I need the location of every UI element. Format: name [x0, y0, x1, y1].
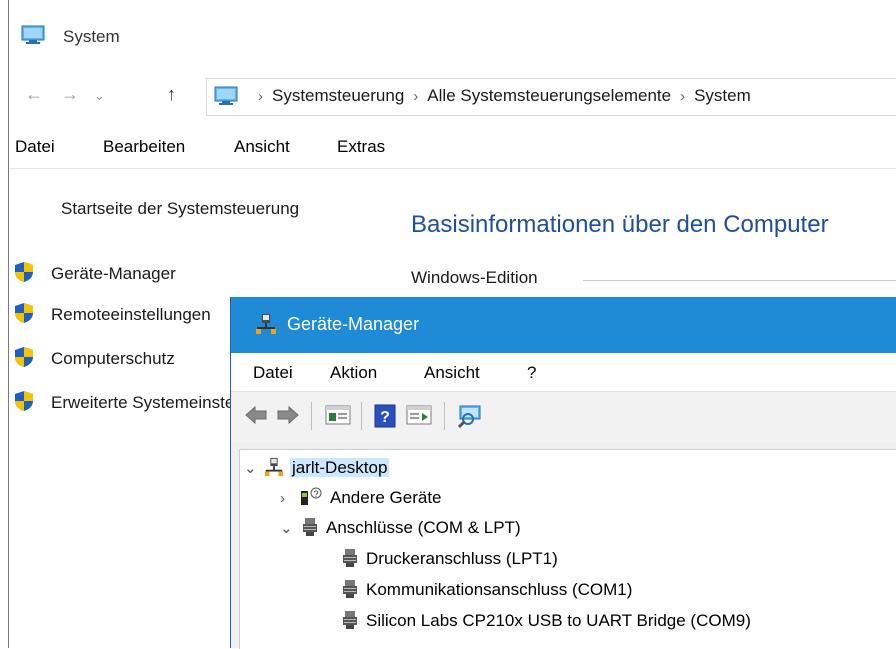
back-arrow-icon[interactable]: [244, 404, 268, 431]
sidebar-item-label: Remoteeinstellungen: [51, 305, 211, 324]
menu-ansicht[interactable]: Ansicht: [234, 137, 290, 157]
dm-menu-datei[interactable]: Datei: [253, 363, 293, 383]
tree-node-label: Kommunikationsanschluss (COM1): [366, 580, 633, 599]
breadcrumb-systemsteuerung[interactable]: Systemsteuerung: [272, 86, 404, 105]
chevron-right-icon: ›: [680, 88, 686, 105]
dm-menu-help[interactable]: ?: [527, 363, 536, 383]
dm-menu-ansicht[interactable]: Ansicht: [424, 363, 480, 383]
section-heading-windows-edition: Windows-Edition: [411, 268, 538, 287]
sidebar-item-remoteeinstellungen[interactable]: Remoteeinstellungen: [13, 302, 211, 329]
tree-node-root[interactable]: ⌄ jarlt-Desktop: [244, 457, 390, 482]
system-title-bar: System: [9, 0, 896, 70]
menu-datei[interactable]: Datei: [15, 137, 55, 157]
recent-chevron-icon[interactable]: ⌄: [94, 88, 105, 104]
tree-node-label: Andere Geräte: [330, 488, 442, 507]
shield-icon: [13, 302, 35, 329]
device-manager-title-bar: Geräte-Manager: [231, 297, 896, 353]
forward-arrow-icon[interactable]: →: [61, 84, 79, 105]
tree-node-label: jarlt-Desktop: [290, 458, 390, 477]
port-icon: [340, 579, 360, 604]
system-menubar: Datei Bearbeiten Ansicht Extras: [9, 122, 896, 169]
sidebar-item-label: Computerschutz: [51, 349, 175, 368]
network-computer-icon: [264, 457, 284, 482]
toolbar-separator: [311, 402, 312, 430]
svg-text:?: ?: [313, 489, 318, 499]
address-bar-row: ← → ⌄ ↑ › Systemsteuerung › Alle Systemsteu…: [9, 70, 896, 122]
sidebar-item-computerschutz[interactable]: Computerschutz: [13, 346, 175, 373]
chevron-down-icon[interactable]: ⌄: [280, 519, 296, 537]
device-tree-pane: ⌄ jarlt-Desktop ›? Andere Geräte ⌄ Anschlüs…: [231, 442, 896, 649]
menu-bearbeiten[interactable]: Bearbeiten: [103, 137, 185, 157]
tree-node-port-lpt1[interactable]: Druckeranschluss (LPT1): [336, 548, 558, 573]
back-arrow-icon[interactable]: ←: [25, 84, 43, 105]
device-manager-menubar: Datei Aktion Ansicht ?: [231, 353, 896, 391]
properties-icon[interactable]: [325, 404, 351, 431]
breadcrumb: › Systemsteuerung › Alle Systemsteuerungsel…: [249, 86, 751, 106]
update-driver-icon[interactable]: [406, 404, 432, 431]
monitor-icon: [21, 25, 45, 50]
port-icon: [300, 517, 320, 542]
page-title: Basisinformationen über den Computer: [411, 211, 829, 238]
toolbar-separator: [361, 402, 362, 430]
scan-hardware-icon[interactable]: [457, 404, 485, 433]
device-manager-window: Geräte-Manager Datei Aktion Ansicht ? ?: [230, 297, 896, 649]
port-icon: [340, 548, 360, 573]
address-bar[interactable]: › Systemsteuerung › Alle Systemsteuerungsel…: [206, 78, 896, 116]
tree-node-label: Silicon Labs CP210x USB to UART Bridge (…: [366, 611, 751, 630]
unknown-device-icon: ?: [300, 487, 324, 512]
shield-icon: [13, 346, 35, 373]
chevron-right-icon: ›: [258, 88, 263, 105]
tree-node-port-com1[interactable]: Kommunikationsanschluss (COM1): [336, 579, 632, 604]
chevron-down-icon[interactable]: ⌄: [244, 459, 260, 477]
tree-node-andere-geraete[interactable]: ›? Andere Geräte: [280, 487, 442, 512]
monitor-icon: [214, 86, 238, 111]
tree-node-label: Druckeranschluss (LPT1): [366, 549, 558, 568]
toolbar-separator: [444, 402, 445, 430]
network-computer-icon: [255, 313, 277, 340]
chevron-right-icon: ›: [413, 88, 419, 105]
breadcrumb-alle-elemente[interactable]: Alle Systemsteuerungselemente: [427, 86, 671, 105]
control-panel-home-link[interactable]: Startseite der Systemsteuerung: [61, 199, 299, 219]
device-manager-title: Geräte-Manager: [287, 314, 420, 334]
svg-text:?: ?: [380, 409, 390, 426]
chevron-right-icon[interactable]: ›: [280, 490, 296, 507]
port-icon: [340, 610, 360, 635]
breadcrumb-system[interactable]: System: [694, 86, 751, 105]
tree-node-anschluesse[interactable]: ⌄ Anschlüsse (COM & LPT): [280, 517, 521, 542]
tree-node-port-com9[interactable]: Silicon Labs CP210x USB to UART Bridge (…: [336, 610, 751, 635]
divider: [583, 280, 896, 281]
tree-node-label: Anschlüsse (COM & LPT): [326, 518, 521, 537]
sidebar-item-label: Geräte-Manager: [51, 264, 176, 283]
menu-extras[interactable]: Extras: [337, 137, 385, 157]
up-arrow-icon[interactable]: ↑: [167, 84, 176, 105]
forward-arrow-icon[interactable]: [276, 404, 300, 431]
dm-menu-aktion[interactable]: Aktion: [330, 363, 377, 383]
shield-icon: [13, 390, 35, 417]
shield-icon: [13, 261, 35, 288]
device-tree[interactable]: ⌄ jarlt-Desktop ›? Andere Geräte ⌄ Anschlüs…: [239, 449, 896, 649]
device-manager-toolbar: ?: [231, 391, 896, 442]
sidebar-item-geraete-manager[interactable]: Geräte-Manager: [13, 261, 176, 288]
help-icon[interactable]: ?: [374, 404, 396, 433]
system-title: System: [63, 27, 120, 46]
